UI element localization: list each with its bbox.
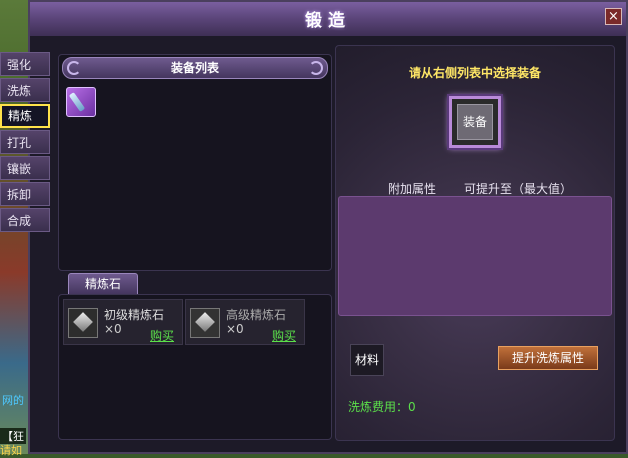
upgrade-attributes-button[interactable]: 提升洗炼属性	[498, 346, 598, 370]
tab-combine[interactable]: 合成	[0, 208, 50, 232]
refining-stone-tab[interactable]: 精炼石	[68, 273, 138, 295]
material-slot[interactable]: 材料	[350, 344, 384, 376]
tab-strengthen[interactable]: 强化	[0, 52, 50, 76]
stone-slot-basic: 初级精炼石 ×0 购买	[63, 299, 183, 345]
stone-name: 高级精炼石	[226, 308, 287, 322]
tab-punch[interactable]: 打孔	[0, 130, 50, 154]
background-text: 网的	[2, 394, 24, 407]
spear-item-icon[interactable]	[66, 87, 96, 117]
close-button[interactable]: ×	[605, 8, 622, 25]
equipment-slot-label: 装备	[457, 104, 493, 140]
attribute-list-box	[338, 196, 612, 316]
window-title: 锻造	[305, 11, 351, 31]
advanced-stone-icon[interactable]	[190, 308, 220, 338]
tab-inlay[interactable]: 镶嵌	[0, 156, 50, 180]
max-value-column-header: 可提升至（最大值）	[464, 182, 573, 196]
tab-wash[interactable]: 洗炼	[0, 78, 50, 102]
cost-label: 洗炼费用：0	[348, 400, 416, 414]
equipment-list-title: 装备列表	[170, 61, 219, 75]
equipment-slot[interactable]: 装备	[449, 96, 501, 148]
swirl-ornament-left-icon	[67, 61, 81, 75]
equipment-list-panel: 装备列表	[58, 54, 332, 271]
background-chat-text-2: 请如	[0, 444, 22, 457]
stone-count: ×0	[226, 322, 244, 336]
instruction-text: 请从右侧列表中选择装备	[408, 66, 541, 80]
refine-detail-panel: 请从右侧列表中选择装备 装备 附加属性 可提升至（最大值） 材料 提升洗炼属性 …	[335, 45, 615, 441]
tab-remove[interactable]: 拆卸	[0, 182, 50, 206]
swirl-ornament-right-icon	[309, 61, 323, 75]
buy-link[interactable]: 购买	[272, 327, 296, 344]
stone-name: 初级精炼石	[104, 308, 165, 322]
buy-link[interactable]: 购买	[150, 327, 174, 344]
attribute-column-header: 附加属性	[388, 182, 437, 196]
basic-stone-icon[interactable]	[68, 308, 98, 338]
equipment-list-header: 装备列表	[62, 57, 328, 79]
stone-slot-advanced: 高级精炼石 ×0 购买	[185, 299, 305, 345]
title-bar[interactable]: 锻造 ×	[30, 2, 626, 36]
stone-count: ×0	[104, 322, 122, 336]
refining-stone-panel: 初级精炼石 ×0 购买 高级精炼石 ×0 购买	[58, 294, 332, 440]
forge-window: 锻造 × 装备列表 精炼石 初级精炼石 ×0 购买 高级精炼石 ×0 购买 请从…	[28, 0, 628, 454]
tab-refine[interactable]: 精炼	[0, 104, 50, 128]
side-tab-column: 强化 洗炼 精炼 打孔 镶嵌 拆卸 合成	[0, 52, 50, 234]
